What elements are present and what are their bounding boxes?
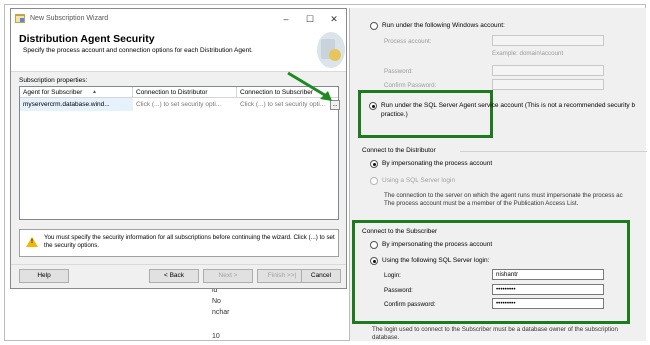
process-account-field[interactable] xyxy=(492,35,604,46)
password-field[interactable] xyxy=(492,65,604,76)
sub-impersonate-radio[interactable] xyxy=(370,241,378,249)
background-text-3: nchar xyxy=(212,309,230,316)
process-account-example: Example: domain\account xyxy=(492,50,564,57)
agent-service-account-label: Run under the SQL Server Agent service a… xyxy=(381,102,636,109)
agent-service-account-label-cont: practice.) xyxy=(381,111,408,118)
process-account-label: Process account: xyxy=(384,38,432,45)
wizard-header: Distribution Agent Security Specify the … xyxy=(11,29,346,72)
maximize-icon[interactable]: ☐ xyxy=(299,12,321,26)
subscriber-footer-1: The login used to connect to the Subscri… xyxy=(372,326,618,333)
help-button[interactable]: Help xyxy=(19,269,69,283)
subscriber-footer-2: database. xyxy=(372,334,400,341)
table-row-distributor[interactable]: Click (...) to set security opti... xyxy=(133,98,237,111)
wizard-banner-icon xyxy=(311,31,345,69)
sub-confirm-password-field[interactable]: ••••••••• xyxy=(492,298,604,309)
warning-icon-mark: ! xyxy=(31,239,33,245)
back-button[interactable]: < Back xyxy=(149,269,199,283)
dist-impersonate-radio[interactable] xyxy=(370,160,378,168)
cancel-button[interactable]: Cancel xyxy=(301,269,341,283)
agent-service-account-radio[interactable] xyxy=(369,102,377,110)
next-button[interactable]: Next > xyxy=(203,269,253,283)
dist-sql-login-radio[interactable] xyxy=(370,177,378,185)
app-icon xyxy=(15,14,25,23)
windows-account-label: Run under the following Windows account: xyxy=(382,22,505,29)
footer-divider xyxy=(11,264,346,265)
sub-sql-login-radio[interactable] xyxy=(370,257,378,265)
minimize-icon[interactable]: – xyxy=(275,12,297,26)
confirm-password-label: Confirm Password: xyxy=(384,82,437,89)
sub-confirm-password-label: Confirm password: xyxy=(384,301,436,308)
background-text-4: 10 xyxy=(212,333,220,340)
column-header-agent[interactable]: Agent for Subscriber ▲ xyxy=(20,87,133,98)
finish-button[interactable]: Finish >>| xyxy=(257,269,307,283)
sub-impersonate-label: By impersonating the process account xyxy=(382,241,493,248)
windows-account-radio[interactable] xyxy=(370,22,378,30)
warning-panel: ! You must specify the security informat… xyxy=(19,229,339,257)
sub-password-label: Password: xyxy=(384,287,413,294)
dist-description-1: The connection to the server on which th… xyxy=(384,192,623,199)
sort-ascending-icon: ▲ xyxy=(92,89,97,95)
wizard-titlebar: New Subscription Wizard – ☐ ✕ xyxy=(11,9,346,29)
column-header-agent-label: Agent for Subscriber xyxy=(23,89,83,96)
dist-description-2: The process account must be a member of … xyxy=(384,200,579,207)
page-subtitle: Specify the process account and connecti… xyxy=(23,47,253,54)
confirm-password-field[interactable] xyxy=(492,79,604,90)
distributor-group-line xyxy=(460,151,647,152)
agent-security-dialog: Run under the following Windows account:… xyxy=(349,8,647,341)
sub-sql-login-label: Using the following SQL Server login: xyxy=(382,257,490,264)
login-label: Login: xyxy=(384,272,401,279)
column-header-distributor[interactable]: Connection to Distributor xyxy=(133,87,237,98)
password-label: Password: xyxy=(384,68,413,75)
highlight-box-agent-option xyxy=(358,90,493,138)
subscription-properties-label: Subscription properties: xyxy=(19,77,88,84)
annotation-arrow-icon xyxy=(286,71,346,111)
dist-sql-login-label: Using a SQL Server login xyxy=(382,177,456,184)
background-text-2: No xyxy=(212,298,221,305)
close-icon[interactable]: ✕ xyxy=(323,12,345,26)
login-field[interactable]: nishantr xyxy=(492,269,604,280)
dist-impersonate-label: By impersonating the process account xyxy=(382,160,493,167)
subscriber-group-title: Connect to the Subscriber xyxy=(362,228,438,235)
window-title: New Subscription Wizard xyxy=(30,15,109,22)
page-title: Distribution Agent Security xyxy=(19,33,155,45)
table-row-agent[interactable]: myservercrm.database.wind... xyxy=(20,98,133,111)
warning-message: You must specify the security informatio… xyxy=(44,234,335,249)
new-subscription-wizard: New Subscription Wizard – ☐ ✕ Distributi… xyxy=(10,8,347,289)
sub-password-field[interactable]: ••••••••• xyxy=(492,284,604,295)
distributor-group-title: Connect to the Distributor xyxy=(362,147,436,154)
